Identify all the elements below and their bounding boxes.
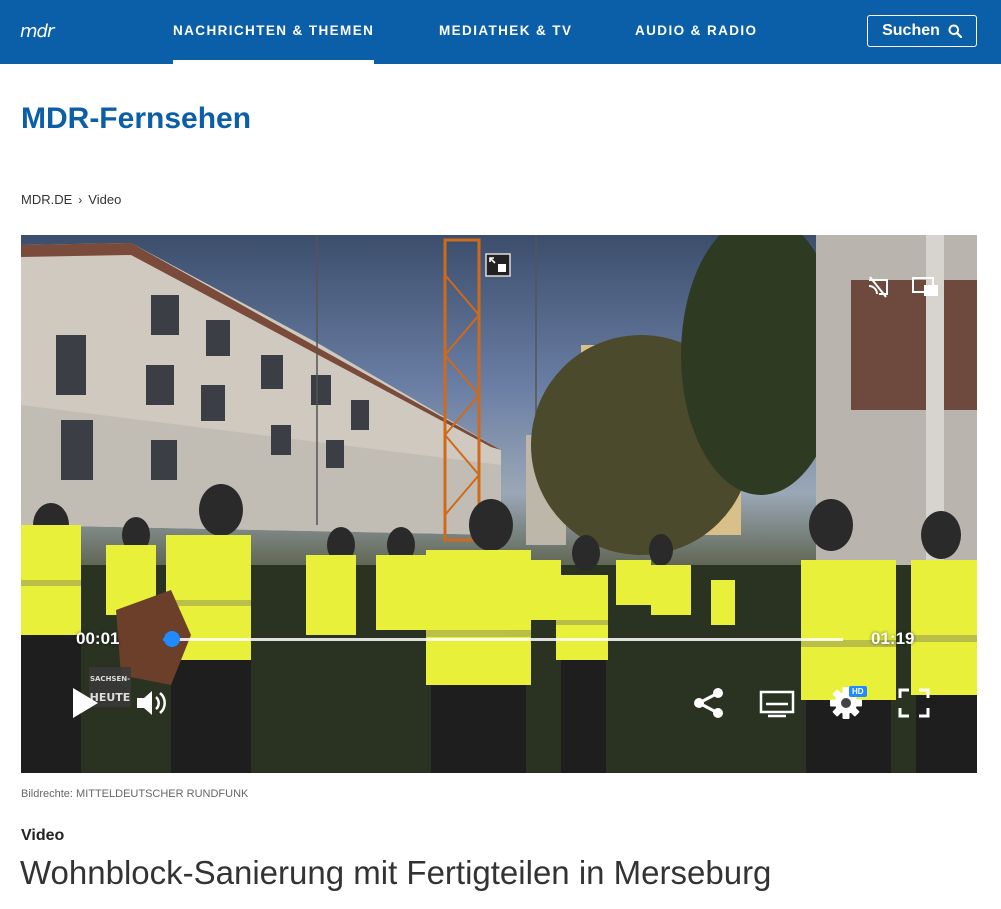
video-headline: Wohnblock-Sanierung mit Fertigteilen in … bbox=[20, 854, 772, 891]
image-credit: Bildrechte: MITTELDEUTSCHER RUNDFUNK bbox=[21, 788, 249, 800]
duration: 01:19 bbox=[871, 629, 915, 648]
search-button-label: Suchen bbox=[882, 22, 940, 39]
progress-bar[interactable] bbox=[163, 631, 843, 647]
mdr-logo[interactable]: mdr bbox=[20, 21, 70, 43]
play-icon[interactable] bbox=[70, 686, 100, 720]
breadcrumb-separator: › bbox=[78, 192, 83, 207]
minimize-player-icon[interactable] bbox=[485, 253, 511, 277]
volume-icon[interactable] bbox=[135, 688, 169, 718]
top-navigation: mdr NACHRICHTEN & THEMEN MEDIATHEK & TV … bbox=[0, 0, 1001, 64]
page-title: MDR-Fernsehen bbox=[21, 102, 252, 135]
pip-icon[interactable] bbox=[911, 275, 941, 299]
nav-item-nachrichten[interactable]: NACHRICHTEN & THEMEN bbox=[173, 0, 375, 64]
progress-handle[interactable] bbox=[163, 631, 180, 647]
breadcrumb-item-current: Video bbox=[88, 192, 122, 207]
subtitles-icon[interactable] bbox=[759, 690, 795, 718]
search-icon bbox=[948, 24, 962, 38]
breadcrumb: MDR.DE › Video bbox=[21, 192, 121, 207]
breadcrumb-item-home[interactable]: MDR.DE bbox=[21, 192, 72, 207]
current-time: 00:01 bbox=[76, 629, 120, 648]
share-icon[interactable] bbox=[693, 687, 725, 719]
svg-text:SACHSEN-: SACHSEN- bbox=[90, 675, 130, 683]
nav-item-audio[interactable]: AUDIO & RADIO bbox=[635, 0, 757, 64]
video-player[interactable]: SACHSEN- HEUTE 00:01 01:19 HD bbox=[21, 235, 977, 773]
content-type-label: Video bbox=[21, 827, 65, 844]
fullscreen-icon[interactable] bbox=[897, 687, 931, 719]
nav-item-mediathek[interactable]: MEDIATHEK & TV bbox=[439, 0, 572, 64]
cast-off-icon[interactable] bbox=[866, 275, 892, 299]
search-button[interactable]: Suchen bbox=[867, 15, 977, 47]
hd-badge: HD bbox=[849, 686, 867, 697]
